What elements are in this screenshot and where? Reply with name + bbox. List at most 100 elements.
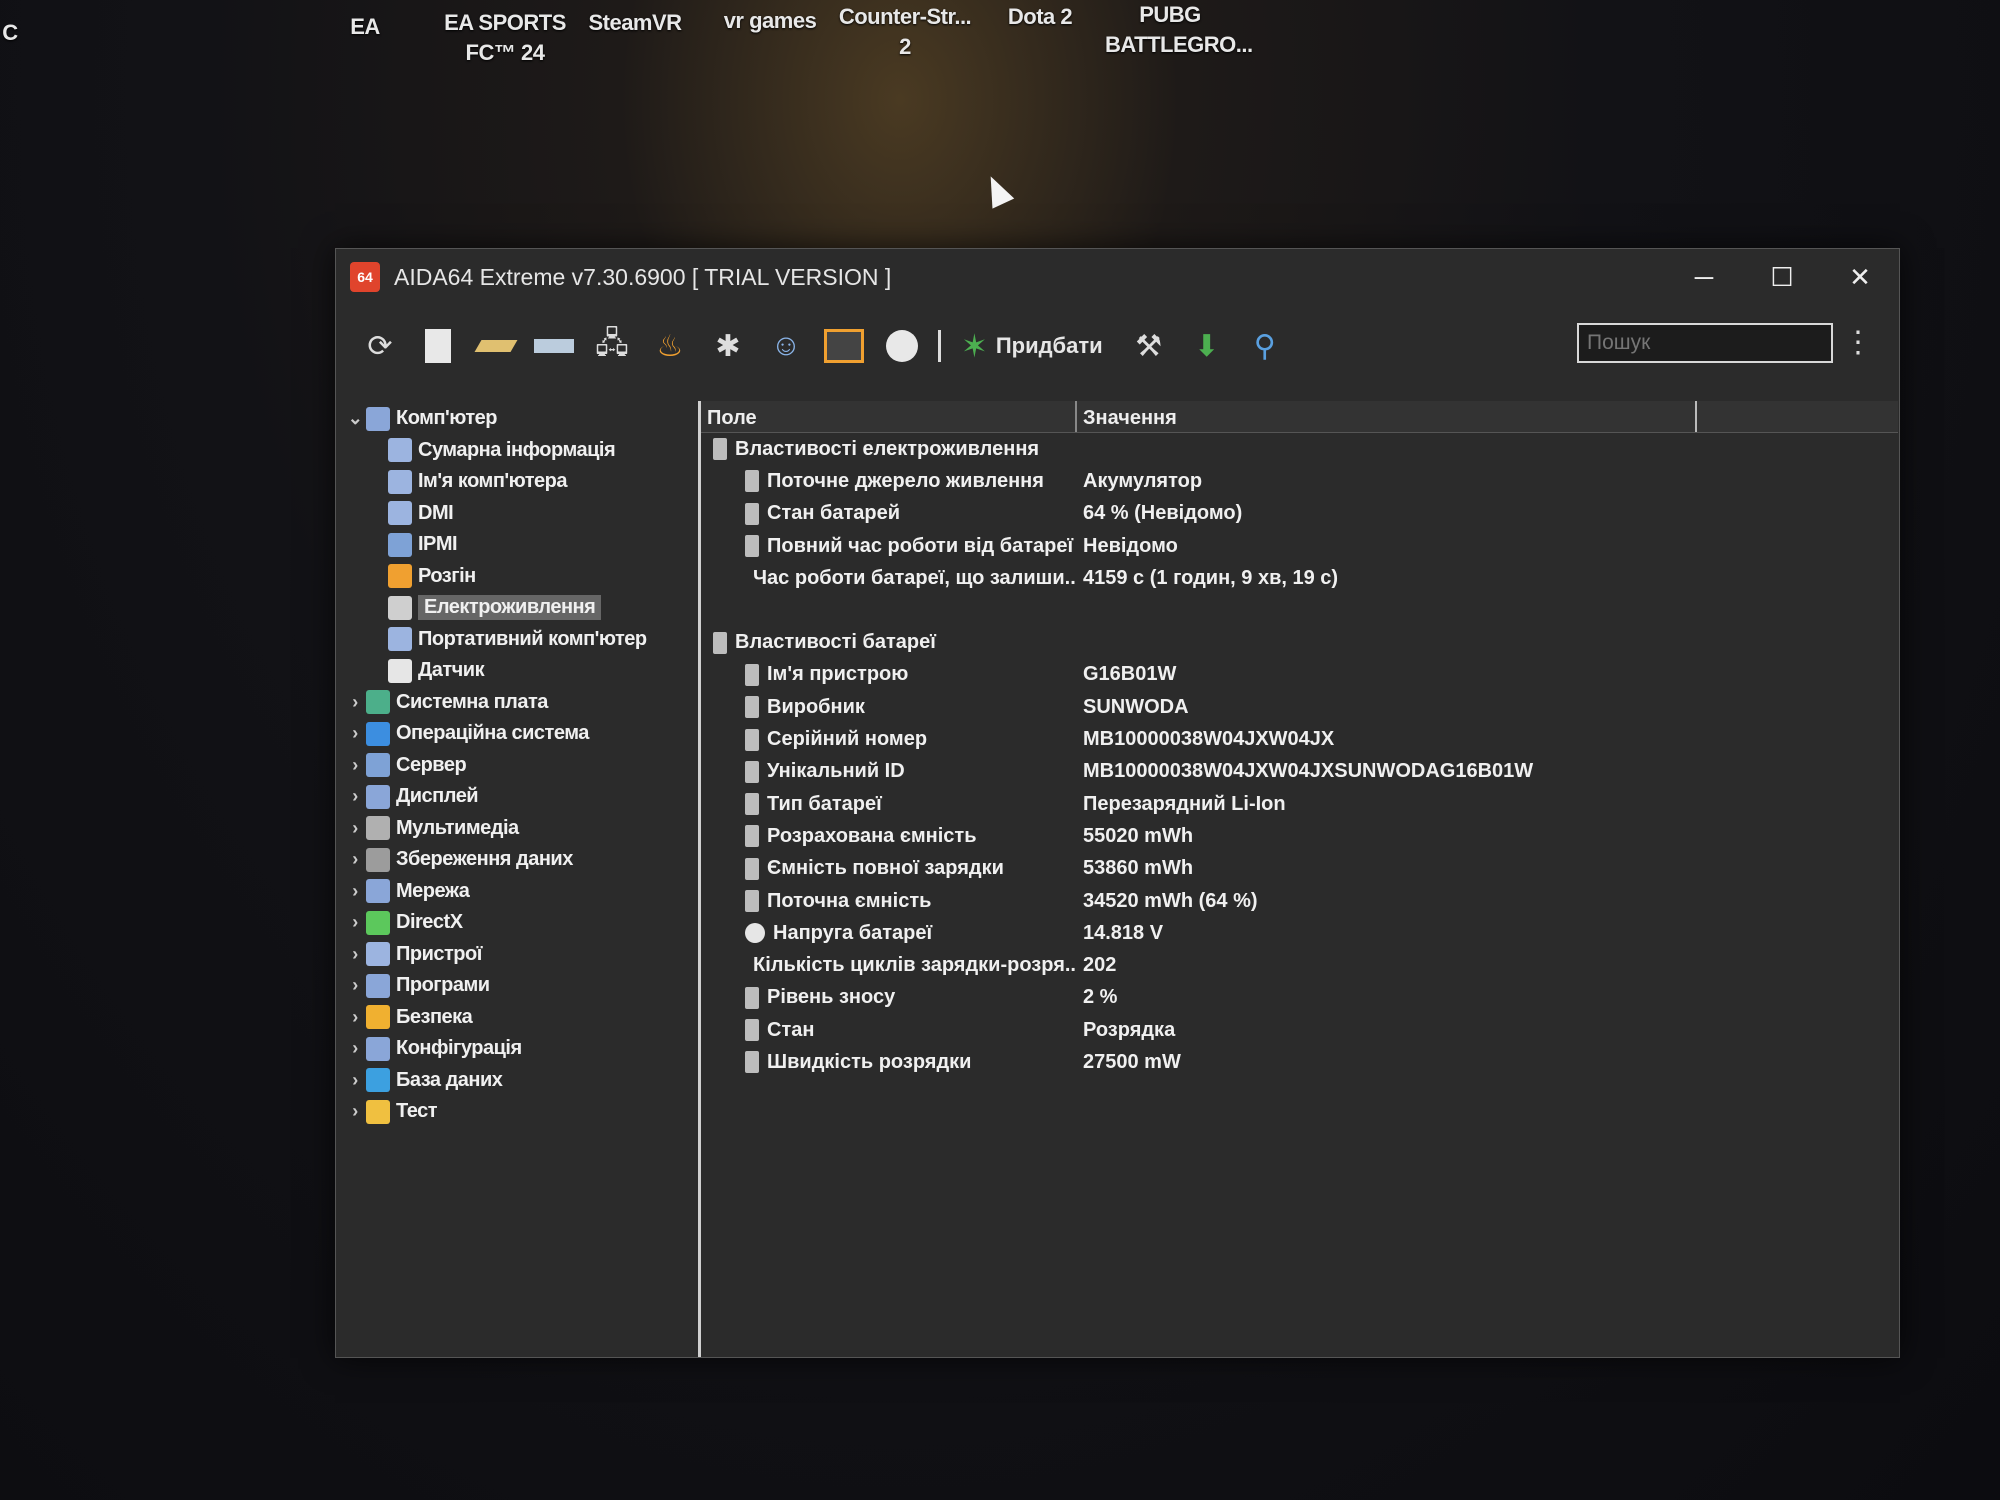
desktop-icon-fc24[interactable]: EA SPORTS FC™ 24 xyxy=(440,8,570,68)
chevron-icon[interactable]: › xyxy=(344,1070,366,1091)
list-group-row[interactable]: Властивості електроживлення xyxy=(701,433,1898,465)
list-row[interactable]: Ім'я пристрою G16B01W xyxy=(701,659,1898,691)
battery-icon xyxy=(745,793,759,816)
tree-item[interactable]: IPMI xyxy=(336,529,696,561)
tree-item[interactable]: › База даних xyxy=(336,1065,696,1097)
tree-item[interactable]: Сумарна інформація xyxy=(336,435,696,467)
chevron-icon[interactable]: ⌄ xyxy=(344,408,366,429)
tree-item[interactable]: › Пристрої xyxy=(336,939,696,971)
chevron-icon[interactable]: › xyxy=(344,786,366,807)
list-row[interactable]: Унікальний ID MB10000038W04JXW04JXSUNWODA… xyxy=(701,756,1898,788)
list-row[interactable]: Тип батареї Перезарядний Li-Ion xyxy=(701,788,1898,820)
list-row[interactable]: Напруга батареї 14.818 V xyxy=(701,917,1898,949)
chevron-icon[interactable]: › xyxy=(344,912,366,933)
memory-icon[interactable] xyxy=(532,324,576,368)
tree-item[interactable]: › DirectX xyxy=(336,907,696,939)
desktop-icon-ea[interactable]: EA xyxy=(335,12,395,42)
tree-item-icon xyxy=(366,690,390,715)
chevron-icon[interactable]: › xyxy=(344,1007,366,1028)
refresh-icon[interactable]: ⟳ xyxy=(358,324,402,368)
chevron-icon[interactable]: › xyxy=(344,723,366,744)
tree-item-icon xyxy=(366,1068,390,1093)
field-cell: Унікальний ID xyxy=(701,760,1077,783)
download-arrow-icon[interactable]: ⬇ xyxy=(1185,324,1229,368)
list-row[interactable]: Поточне джерело живлення Акумулятор xyxy=(701,465,1898,497)
menu-kebab-icon[interactable]: ⋮ xyxy=(1843,325,1873,360)
list-row[interactable]: Виробник SUNWODA xyxy=(701,691,1898,723)
list-row[interactable]: Стан Розрядка xyxy=(701,1014,1898,1046)
chevron-icon[interactable]: › xyxy=(344,944,366,965)
list-row[interactable]: Стан батарей 64 % (Невідомо) xyxy=(701,498,1898,530)
tree-item[interactable]: › Операційна система xyxy=(336,718,696,750)
search-input[interactable] xyxy=(1577,323,1833,363)
desktop-icon-counter-strike[interactable]: Counter-Str... 2 xyxy=(835,2,975,62)
battery-icon xyxy=(745,696,759,719)
tree-item-label: Комп'ютер xyxy=(396,407,498,430)
chevron-icon[interactable]: › xyxy=(344,1038,366,1059)
chevron-icon[interactable]: › xyxy=(344,755,366,776)
field-label: Поточна ємність xyxy=(767,889,932,912)
title-bar[interactable]: 64 AIDA64 Extreme v7.30.6900 [ TRIAL VER… xyxy=(336,249,1899,305)
list-group-row[interactable]: Властивості батареї xyxy=(701,626,1898,658)
chevron-icon[interactable]: › xyxy=(344,975,366,996)
desktop-icon-dota2[interactable]: Dota 2 xyxy=(1000,2,1080,32)
column-header-field[interactable]: Поле xyxy=(701,401,1077,432)
maximize-button[interactable]: ☐ xyxy=(1743,249,1821,305)
tree-item[interactable]: ⌄ Комп'ютер xyxy=(336,403,696,435)
tree-item[interactable]: › Безпека xyxy=(336,1002,696,1034)
tree-item[interactable]: Електроживлення xyxy=(336,592,696,624)
list-row[interactable]: Кількість циклів зарядки-розря... 202 xyxy=(701,949,1898,981)
tree-item[interactable]: › Системна плата xyxy=(336,687,696,719)
user-icon[interactable]: ☺ xyxy=(764,324,808,368)
chevron-icon[interactable]: › xyxy=(344,1101,366,1122)
chevron-icon[interactable]: › xyxy=(344,849,366,870)
value-cell: 53860 mWh xyxy=(1083,857,1194,880)
tree-item[interactable]: Портативний комп'ютер xyxy=(336,624,696,656)
desktop-icon-pubg[interactable]: PUBG BATTLEGRO... xyxy=(1105,0,1253,60)
battery-icon xyxy=(745,890,759,912)
tree-item[interactable]: Ім'я комп'ютера xyxy=(336,466,696,498)
chevron-icon[interactable]: › xyxy=(344,818,366,839)
close-button[interactable]: ✕ xyxy=(1821,249,1899,305)
tree-item[interactable]: › Мережа xyxy=(336,876,696,908)
tree-item[interactable]: › Програми xyxy=(336,970,696,1002)
buy-button[interactable]: ✶ Придбати xyxy=(961,327,1103,365)
desktop-icon-c[interactable]: C xyxy=(0,18,20,48)
osd-icon[interactable] xyxy=(822,324,866,368)
list-row[interactable]: Ємність повної зарядки 53860 mWh xyxy=(701,853,1898,885)
value-cell: 64 % (Невідомо) xyxy=(1083,502,1243,525)
tree-item[interactable]: Розгін xyxy=(336,561,696,593)
network-icon[interactable]: 🖧 xyxy=(590,324,634,368)
sensor-clock-icon[interactable] xyxy=(880,324,924,368)
tree-item[interactable]: › Дисплей xyxy=(336,781,696,813)
list-row[interactable]: Рівень зносу 2 % xyxy=(701,982,1898,1014)
list-row[interactable]: Повний час роботи від батареї Невідомо xyxy=(701,530,1898,562)
list-row[interactable]: Серійний номер MB10000038W04JXW04JX xyxy=(701,723,1898,755)
tree-item[interactable]: › Сервер xyxy=(336,750,696,782)
puzzle-icon[interactable]: ✱ xyxy=(706,324,750,368)
tree-item-label: Сервер xyxy=(396,753,467,776)
desktop-icon-steamvr[interactable]: SteamVR xyxy=(585,8,685,38)
field-cell: Рівень зносу xyxy=(701,986,1077,1009)
tree-item[interactable]: DMI xyxy=(336,498,696,530)
list-row[interactable]: Швидкість розрядки 27500 mW xyxy=(701,1046,1898,1078)
tree-item[interactable]: › Збереження даних xyxy=(336,844,696,876)
tools-hammer-icon[interactable]: ⚒ xyxy=(1127,324,1171,368)
list-row[interactable]: Час роботи батареї, що залиши... 4159 с (… xyxy=(701,562,1898,594)
column-header-value[interactable]: Значення xyxy=(1077,401,1697,432)
tree-item[interactable]: Датчик xyxy=(336,655,696,687)
field-label: Розрахована ємність xyxy=(767,824,977,847)
tree-item[interactable]: › Мультимедіа xyxy=(336,813,696,845)
report-icon[interactable] xyxy=(416,324,460,368)
search-magnifier-icon[interactable]: ⚲ xyxy=(1243,324,1287,368)
chevron-icon[interactable]: › xyxy=(344,692,366,713)
chevron-icon[interactable]: › xyxy=(344,881,366,902)
list-row[interactable]: Поточна ємність 34520 mWh (64 %) xyxy=(701,885,1898,917)
minimize-button[interactable]: ─ xyxy=(1665,249,1743,305)
tree-item[interactable]: › Конфігурація xyxy=(336,1033,696,1065)
desktop-icon-vr-games[interactable]: vr games xyxy=(720,6,820,36)
list-row[interactable]: Розрахована ємність 55020 mWh xyxy=(701,820,1898,852)
tree-item[interactable]: › Тест xyxy=(336,1096,696,1128)
motherboard-icon[interactable] xyxy=(474,324,518,368)
overclock-flame-icon[interactable]: ♨ xyxy=(648,324,692,368)
